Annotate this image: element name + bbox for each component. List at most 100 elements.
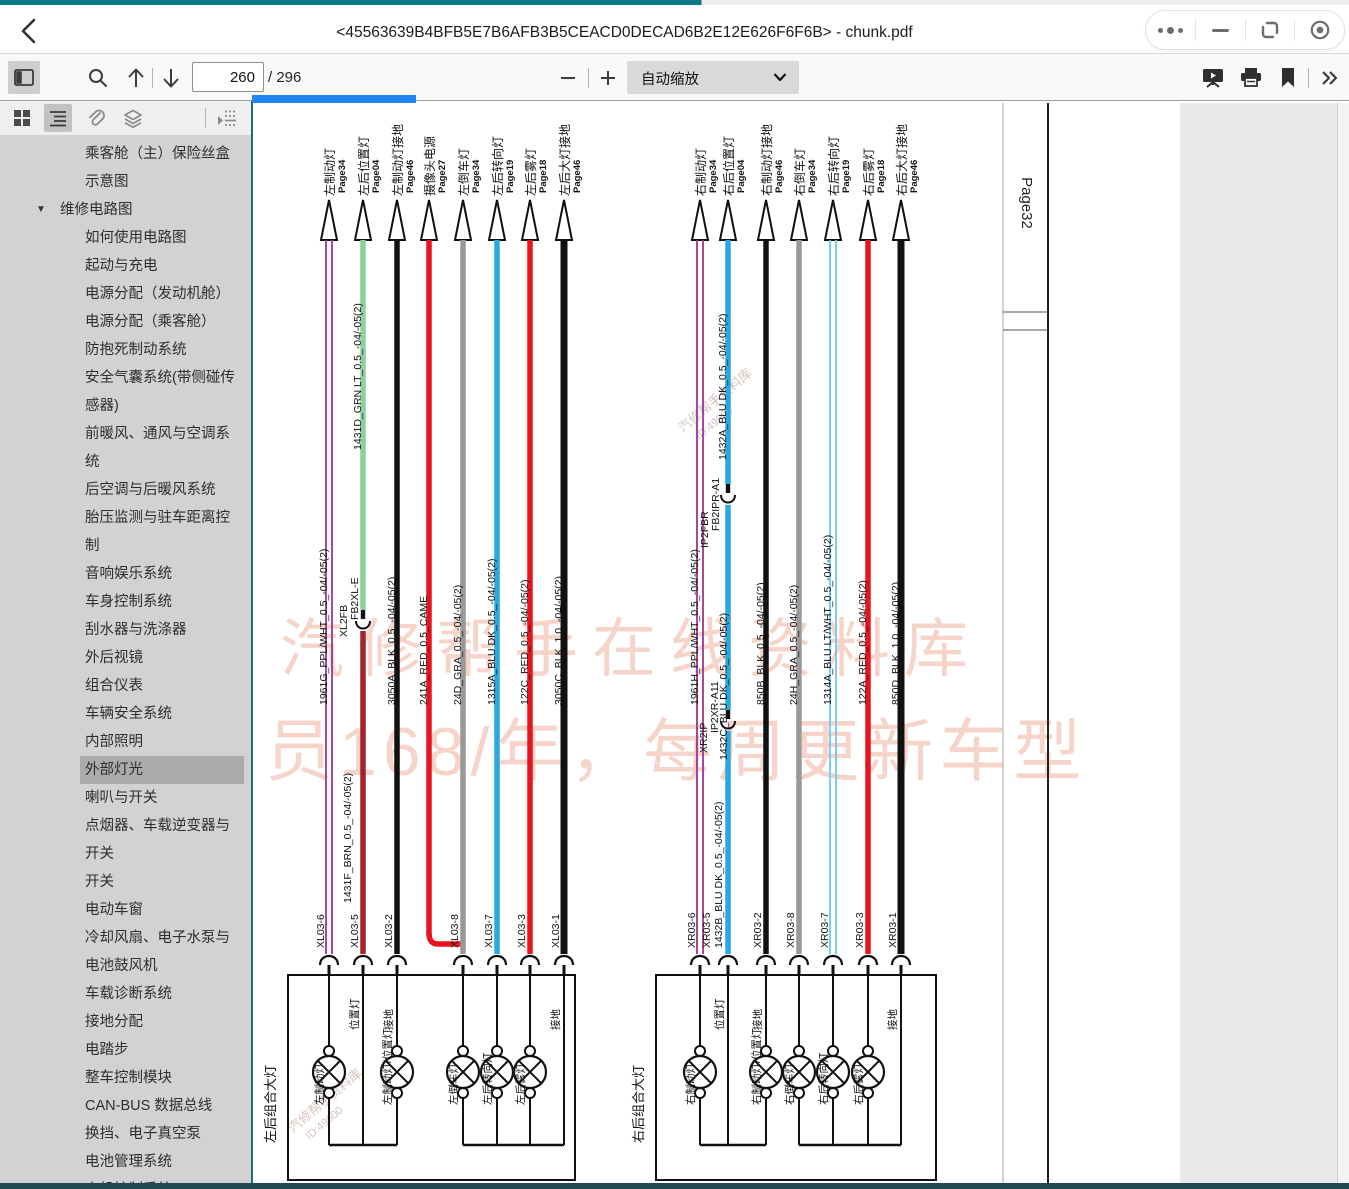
search-icon[interactable] — [82, 61, 114, 94]
toc-item[interactable]: 后空调与后暖风系统 — [0, 476, 251, 504]
more-options-icon[interactable] — [1146, 19, 1195, 41]
sidebar-toggle-button[interactable] — [8, 61, 40, 94]
print-icon[interactable] — [1235, 61, 1267, 94]
toc-item[interactable]: 音响娱乐系统 — [0, 560, 251, 588]
wire-name-label: 摄像头电源 — [422, 136, 437, 196]
minimize-icon[interactable] — [1195, 19, 1245, 41]
toc-item[interactable]: 刮水器与洗涤器 — [0, 616, 251, 644]
toc-item[interactable]: 起动与充电 — [0, 252, 251, 280]
wire-spec-label: 1431F_BRN_0.5_-04/-05(2) — [342, 773, 354, 903]
wire-spec-label: 24H_GRA_0.5_-04/-05(2) — [788, 585, 800, 705]
wire-name-label: 左后转向灯 — [490, 136, 505, 196]
toc-item[interactable]: 点烟器、车载逆变器与开关 — [0, 812, 251, 868]
pin-socket — [320, 956, 338, 965]
toc-item[interactable]: 防抱死制动系统 — [0, 336, 251, 364]
toc-item[interactable]: 电源分配（发动机舱） — [0, 280, 251, 308]
wire-page-label: Page34 — [708, 159, 719, 193]
lamp-top-label: 接地 — [382, 1009, 395, 1030]
offpage-arrow — [791, 200, 807, 240]
back-button[interactable] — [16, 17, 42, 45]
bulb-label: 右倒车灯 — [783, 1063, 796, 1105]
toc-item-label: 接地分配 — [85, 1014, 143, 1030]
presentation-mode-icon[interactable] — [1197, 61, 1229, 94]
toc-item[interactable]: 电机控制系统 — [0, 1176, 251, 1183]
wire-name-label: 右制动灯 — [693, 148, 708, 196]
wire-name-label: 右后转向灯 — [826, 136, 841, 196]
toc-item[interactable]: ▼维修电路图 — [0, 196, 251, 224]
wire-group: 摄像头电源Page27241A_RED_0.5_CAME — [418, 136, 463, 944]
wire-spec-label: 24D_GRA_0.5_-04/-05(2) — [452, 585, 464, 705]
toc-item[interactable]: 乘客舱（主）保险丝盒示意图 — [0, 140, 251, 196]
wire-name-label: 左后大灯接地 — [557, 124, 572, 196]
offpage-arrow — [489, 200, 505, 240]
record-close-icon[interactable] — [1294, 19, 1344, 41]
toc-item[interactable]: 接地分配 — [0, 1008, 251, 1036]
pin-label: XL03-7 — [483, 914, 495, 948]
toc-item-label: 乘客舱（主）保险丝盒示意图 — [85, 146, 230, 190]
attachments-icon[interactable] — [82, 104, 110, 132]
toc-item-label: CAN-BUS 数据总线 — [85, 1098, 212, 1114]
bulb-label: 左制动灯 — [313, 1063, 326, 1105]
toc-item-label: 电动车窗 — [85, 902, 143, 918]
outline-icon[interactable] — [44, 104, 72, 132]
toc-item-label: 前暖风、通风与空调系统 — [85, 426, 230, 470]
toc-item[interactable]: 换挡、电子真空泵 — [0, 1120, 251, 1148]
thumbnails-icon[interactable] — [8, 104, 36, 132]
toc-item[interactable]: 电踏步 — [0, 1036, 251, 1064]
toc-item[interactable]: 开关 — [0, 868, 251, 896]
wire-page-label: Page34 — [337, 159, 348, 193]
toc-item[interactable]: 组合仪表 — [0, 672, 251, 700]
toc-item[interactable]: 外后视镜 — [0, 644, 251, 672]
zoom-select[interactable]: 自动缩放 — [627, 61, 799, 94]
current-outline-item-icon[interactable] — [213, 104, 241, 132]
bookmark-icon[interactable] — [1272, 61, 1304, 94]
scrollbar-track[interactable] — [1337, 103, 1349, 1183]
toc-item[interactable]: 整车控制模块 — [0, 1064, 251, 1092]
toc-item[interactable]: 内部照明 — [0, 728, 251, 756]
toc-item[interactable]: 车辆安全系统 — [0, 700, 251, 728]
toc-item[interactable]: 电池管理系统 — [0, 1148, 251, 1176]
toc-item[interactable]: 冷却风扇、电子水泵与电池鼓风机 — [0, 924, 251, 980]
toc-item[interactable]: 喇叭与开关 — [0, 784, 251, 812]
viewer-gutter — [1180, 103, 1349, 1183]
zoom-in-button[interactable] — [592, 61, 624, 94]
toc-item[interactable]: CAN-BUS 数据总线 — [0, 1092, 251, 1120]
pin-label: XR03-6 — [686, 912, 698, 948]
zoom-out-button[interactable] — [552, 61, 584, 94]
toc-item[interactable]: 如何使用电路图 — [0, 224, 251, 252]
toc-item[interactable]: 电动车窗 — [0, 896, 251, 924]
toc-item[interactable]: 车身控制系统 — [0, 588, 251, 616]
layers-icon[interactable] — [119, 104, 147, 132]
document-title: <45563639B4BFB5E7B6AFB3B5CEACD0DECAD6B2E… — [120, 24, 1129, 42]
pin-socket — [521, 956, 539, 965]
toc-item-selected[interactable]: 外部灯光 — [80, 756, 244, 784]
page-down-button[interactable] — [155, 61, 187, 94]
restore-window-icon[interactable] — [1245, 19, 1295, 41]
wire-page-label: Page04 — [371, 159, 382, 193]
wire-group: 左制动灯接地Page463050A_BLK_0.5_-04/-05(2)XL03… — [383, 124, 416, 975]
toc-item-label: 冷却风扇、电子水泵与电池鼓风机 — [85, 930, 230, 974]
offpage-arrow — [389, 200, 405, 240]
wire-spec-label: 3050A_BLK_0.5_-04/-05(2) — [386, 577, 398, 705]
pin-label: XR03-2 — [752, 912, 764, 948]
pin-socket — [719, 956, 737, 965]
more-tools-icon[interactable] — [1314, 61, 1346, 94]
toc-item[interactable]: 胎压监测与驻车距离控制 — [0, 504, 251, 560]
wire-spec-label: 241A_RED_0.5_CAME — [418, 596, 430, 705]
caret-down-icon[interactable]: ▼ — [36, 196, 46, 224]
pin-label: XL03-3 — [516, 914, 528, 948]
toc-item[interactable]: 前暖风、通风与空调系统 — [0, 420, 251, 476]
bulb-label: 右制动灯/位置灯 — [750, 1028, 763, 1105]
page-up-button[interactable] — [120, 61, 152, 94]
toc-item[interactable]: 车载诊断系统 — [0, 980, 251, 1008]
bulb-label: 右后转向灯 — [817, 1052, 830, 1105]
bulb-terminal — [794, 1046, 804, 1056]
wire-spec-label: 122C_RED_0.5_-04/-05(2) — [519, 580, 531, 706]
toc-item[interactable]: 安全气囊系统(带侧碰传感器) — [0, 364, 251, 420]
wire-group: 左后雾灯Page18122C_RED_0.5_-04/-05(2)XL03-3 — [516, 148, 549, 975]
pin-label: XR03-3 — [854, 912, 866, 948]
toc-item[interactable]: 电源分配（乘客舱） — [0, 308, 251, 336]
page-number-input[interactable] — [192, 62, 264, 92]
wire-spec-label: 1432B_BLU DK_0.5_-04/-05(2) — [713, 801, 725, 948]
bulb-terminal — [695, 1046, 705, 1056]
